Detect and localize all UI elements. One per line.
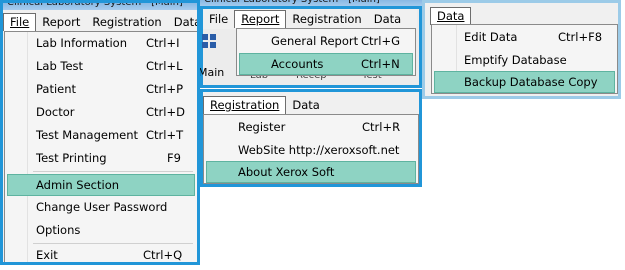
main-label: Main xyxy=(200,66,225,79)
menu-item-accounts[interactable]: Accounts Ctrl+N xyxy=(239,53,413,75)
menu-item-emptify-database[interactable]: Emptify Database xyxy=(434,49,615,71)
file-menu-panel: Clinical Laboratory System - [Main] File… xyxy=(0,0,200,265)
menubar: Registration Data xyxy=(203,95,419,115)
menu-item-website[interactable]: WebSite http://xeroxsoft.net xyxy=(206,139,416,161)
menu-item-admin-section[interactable]: Admin Section xyxy=(7,174,195,196)
menu-item-lab-test[interactable]: Lab Test Ctrl+L xyxy=(7,55,195,77)
registration-dropdown: Register Ctrl+R WebSite http://xeroxsoft… xyxy=(203,114,419,184)
menu-registration[interactable]: Registration xyxy=(203,96,287,114)
menu-data[interactable]: Data xyxy=(430,7,472,25)
menu-file[interactable]: File xyxy=(3,13,37,31)
menu-file[interactable]: File xyxy=(203,10,234,28)
menu-data[interactable]: Data xyxy=(168,13,197,31)
menu-item-about-xerox-soft[interactable]: About Xerox Soft xyxy=(206,161,416,183)
menu-item-options[interactable]: Options xyxy=(7,219,195,241)
menu-report[interactable]: Report xyxy=(36,13,86,31)
menu-item-test-printing[interactable]: Test Printing F9 xyxy=(7,147,195,169)
menu-registration[interactable]: Registration xyxy=(286,10,367,28)
menu-item-doctor[interactable]: Doctor Ctrl+D xyxy=(7,101,195,123)
menu-registration[interactable]: Registration xyxy=(86,13,167,31)
menu-item-change-user-password[interactable]: Change User Password xyxy=(7,196,195,218)
menu-item-patient[interactable]: Patient Ctrl+P xyxy=(7,78,195,100)
file-dropdown: Lab Information Ctrl+I Lab Test Ctrl+L P… xyxy=(4,31,197,262)
menubar: Data xyxy=(425,6,618,26)
menubar: File Report Registration Data xyxy=(3,12,197,32)
menu-item-backup-database-copy[interactable]: Backup Database Copy xyxy=(434,71,615,93)
menu-item-lab-information[interactable]: Lab Information Ctrl+I xyxy=(7,32,195,54)
menu-separator xyxy=(33,171,193,172)
report-dropdown: General Report Ctrl+G Accounts Ctrl+N xyxy=(236,28,416,76)
window-title: Clinical Laboratory System - [Main] xyxy=(3,3,197,10)
data-dropdown: Edit Data Ctrl+F8 Emptify Database Backu… xyxy=(431,24,618,94)
data-menu-panel: Data Edit Data Ctrl+F8 Emptify Database … xyxy=(422,0,621,99)
menu-item-test-management[interactable]: Test Management Ctrl+T xyxy=(7,124,195,146)
menu-report[interactable]: Report xyxy=(234,10,287,28)
menu-item-edit-data[interactable]: Edit Data Ctrl+F8 xyxy=(434,26,615,48)
menubar: File Report Registration Data xyxy=(203,9,417,29)
main-grid-icon xyxy=(202,34,216,48)
menu-data[interactable]: Data xyxy=(286,96,325,114)
menu-item-general-report[interactable]: General Report Ctrl+G xyxy=(239,30,413,52)
report-menu-panel: Clinical Laboratory System - [Main] File… xyxy=(200,0,422,88)
menu-item-register[interactable]: Register Ctrl+R xyxy=(206,116,416,138)
menu-item-exit[interactable]: Exit Ctrl+Q xyxy=(7,244,195,262)
menu-data[interactable]: Data xyxy=(368,10,407,28)
registration-menu-panel: Registration Data Register Ctrl+R WebSit… xyxy=(200,89,422,187)
